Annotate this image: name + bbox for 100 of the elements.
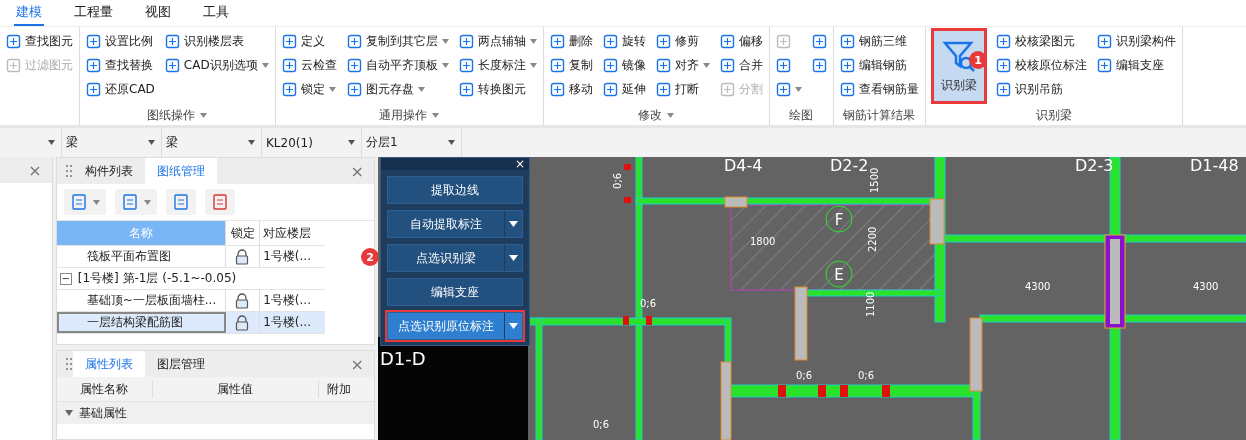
toolbar-button[interactable] <box>63 189 106 215</box>
column[interactable] <box>969 317 983 392</box>
ribbon-tool[interactable]: 定义 <box>281 31 337 52</box>
ribbon-tool[interactable]: 查找替换 <box>86 55 155 76</box>
close-icon[interactable]: × <box>514 158 525 170</box>
menu-tab[interactable]: 工具 <box>201 3 231 26</box>
property-group-row[interactable]: 基础属性 <box>56 402 374 424</box>
ribbon-tool[interactable]: 两点辅轴 <box>458 31 537 52</box>
axis-label: D4-4 <box>724 157 763 175</box>
toolbar-button[interactable] <box>204 189 235 215</box>
tool-icon <box>86 82 101 97</box>
ribbon-tool[interactable]: 识别吊筋 <box>995 79 1087 100</box>
ribbon-tool[interactable]: 查找图元 <box>6 31 73 52</box>
group-label: 修改 <box>638 106 663 124</box>
panel-button[interactable]: 点选识别梁 <box>388 245 504 271</box>
ribbon-tool[interactable]: 识别楼层表 <box>164 31 269 52</box>
panel-tab[interactable]: 构件列表 <box>72 158 145 184</box>
table-cell[interactable]: 一层结构梁配筋图 <box>56 312 226 333</box>
tool-icon <box>775 34 791 49</box>
close-icon[interactable]: × <box>350 161 364 181</box>
ribbon-tool[interactable]: 锁定 <box>281 79 337 100</box>
ribbon-tool[interactable]: 长度标注 <box>458 55 537 76</box>
beam[interactable] <box>944 234 1246 243</box>
lock-icon[interactable] <box>235 292 250 309</box>
ribbon-tool[interactable]: 移动 <box>549 79 593 100</box>
toolbar-button[interactable] <box>114 189 157 215</box>
beam[interactable] <box>724 317 732 363</box>
tool-icon <box>775 58 791 73</box>
tool-icon <box>346 82 362 97</box>
close-icon[interactable]: × <box>350 354 364 374</box>
beam[interactable] <box>979 314 1246 323</box>
ribbon-tool[interactable]: 旋转 <box>602 31 646 52</box>
ribbon-tool[interactable]: 还原CAD <box>86 79 155 100</box>
ribbon-tool[interactable]: 复制 <box>549 55 593 76</box>
caret-icon <box>261 63 269 68</box>
ribbon-tool[interactable]: 合并 <box>719 55 763 76</box>
tree-group-row[interactable]: − [1号楼] 第-1层 (-5.1~-0.05) <box>56 270 237 287</box>
toolbar-button[interactable] <box>165 189 196 215</box>
column-header[interactable]: 对应楼层 <box>260 221 325 245</box>
panel-tab[interactable]: 图纸管理 <box>144 158 217 184</box>
ribbon-tool[interactable]: 打断 <box>655 79 710 100</box>
collapse-toggle[interactable]: − <box>59 272 72 285</box>
ribbon-tool[interactable]: 转换图元 <box>458 79 537 100</box>
ribbon-tool[interactable]: 编辑支座 <box>1096 55 1176 76</box>
column[interactable] <box>929 198 945 245</box>
ribbon-tool[interactable]: 延伸 <box>602 79 646 100</box>
panel-button[interactable]: 点选识别原位标注 <box>388 313 504 339</box>
ribbon-tool[interactable]: 镜像 <box>602 55 646 76</box>
ribbon-tool[interactable]: 删除 <box>549 31 593 52</box>
tool-icon <box>995 34 1011 49</box>
beam[interactable] <box>527 317 726 326</box>
menu-tab[interactable]: 工程量 <box>72 3 115 26</box>
dropdown-button[interactable] <box>504 313 522 339</box>
ribbon-tool[interactable]: 图元存盘 <box>346 79 449 100</box>
dropdown-button[interactable] <box>504 211 522 237</box>
lock-icon[interactable] <box>235 314 250 331</box>
menu-tab[interactable]: 建模 <box>14 3 44 26</box>
column[interactable] <box>720 361 732 440</box>
ribbon-tool[interactable]: 设置比例 <box>86 31 155 52</box>
drag-handle-icon[interactable] <box>64 357 73 371</box>
beam[interactable] <box>635 197 936 205</box>
panel-button[interactable]: 自动提取标注 <box>388 211 504 237</box>
tool-icon <box>346 34 362 49</box>
ribbon-tool[interactable]: 复制到其它层 <box>346 31 449 52</box>
ribbon-tool[interactable]: 云检查 <box>281 55 337 76</box>
ribbon-tool[interactable]: 对齐 <box>655 55 710 76</box>
ribbon-tool[interactable]: CAD识别选项 <box>164 55 269 76</box>
column[interactable] <box>724 196 748 208</box>
ribbon-tool[interactable]: 编辑钢筋 <box>839 55 919 76</box>
beam[interactable] <box>972 390 981 440</box>
ribbon-tool[interactable]: 自动平齐顶板 <box>346 55 449 76</box>
column[interactable] <box>794 286 808 361</box>
column[interactable] <box>1104 234 1126 329</box>
ribbon-tool[interactable]: 修剪 <box>655 31 710 52</box>
ribbon-tool[interactable]: 识别梁构件 <box>1096 31 1176 52</box>
axis-label: D1-D <box>380 348 426 369</box>
caret-icon <box>794 87 802 92</box>
beam[interactable] <box>535 317 543 440</box>
menu-tab[interactable]: 视图 <box>143 3 173 26</box>
table-cell[interactable]: 筏板平面布置图 <box>56 246 226 267</box>
table-cell[interactable]: 基础顶~一层板面墙柱... <box>56 290 226 311</box>
ribbon-tool[interactable]: 校核原位标注 <box>995 55 1087 76</box>
drag-handle-icon[interactable] <box>64 164 73 178</box>
caret-icon <box>348 140 355 145</box>
ribbon-tool[interactable]: 查看钢筋量 <box>839 79 919 100</box>
panel-tab[interactable]: 图层管理 <box>144 351 217 377</box>
panel-button[interactable]: 提取边线 <box>388 177 522 203</box>
tool-icon <box>995 58 1011 73</box>
panel-tab[interactable]: 属性列表 <box>72 351 145 377</box>
column-header[interactable]: 锁定 <box>225 221 261 245</box>
column-header: 附加 <box>325 380 352 398</box>
panel-button[interactable]: 编辑支座 <box>388 279 522 305</box>
dropdown-button[interactable] <box>504 245 522 271</box>
ribbon-tool[interactable]: 钢筋三维 <box>839 31 919 52</box>
ribbon-tool[interactable]: 偏移 <box>719 31 763 52</box>
tool-icon <box>602 82 618 97</box>
dimension-label: 4300 <box>1193 281 1219 292</box>
rebar-mark <box>818 385 826 397</box>
lock-icon[interactable] <box>235 248 250 265</box>
ribbon-tool[interactable]: 校核梁图元 <box>995 31 1087 52</box>
